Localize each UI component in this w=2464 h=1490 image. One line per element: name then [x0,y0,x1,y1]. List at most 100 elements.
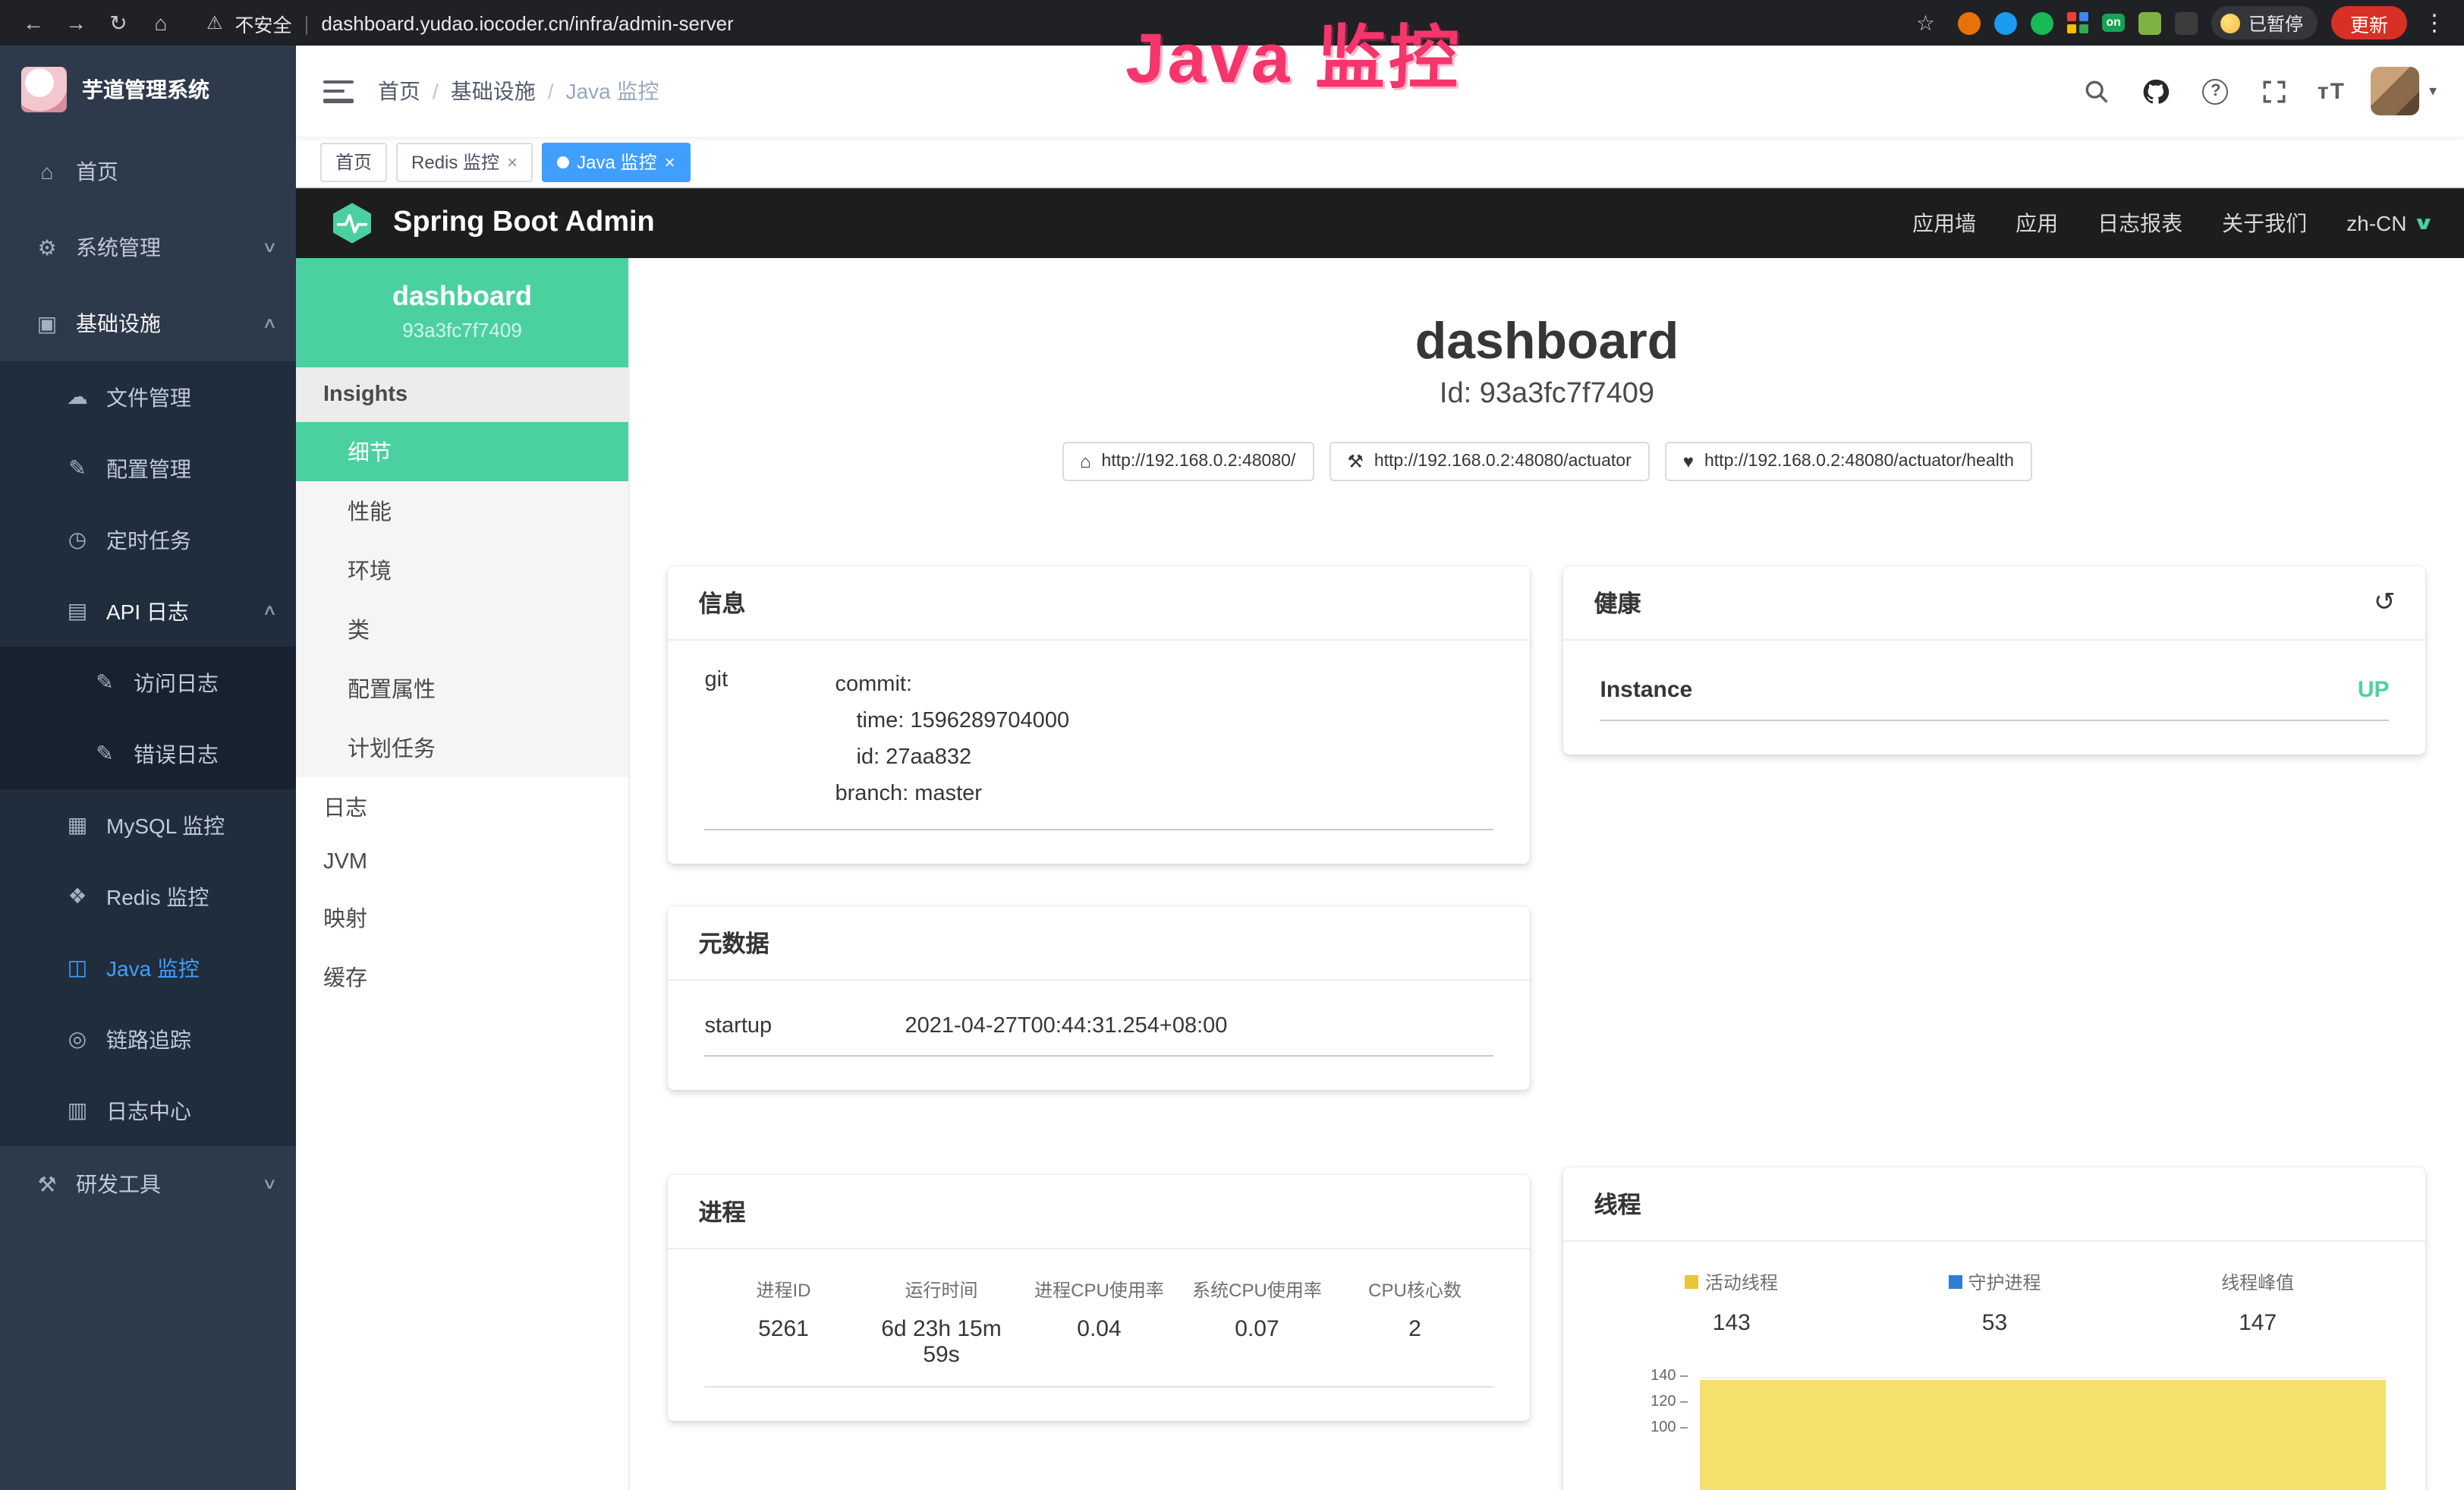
actuator-url-link[interactable]: ⚒ http://192.168.0.2:48080/actuator [1329,442,1649,481]
bookmark-star-icon[interactable]: ☆ [1907,6,1943,39]
extension-icon-green-circle[interactable] [2030,11,2053,34]
startup-row: startup 2021-04-27T00:44:31.254+08:00 [705,1014,1494,1057]
sidebar-item-file-management[interactable]: ☁ 文件管理 [0,361,296,433]
breadcrumb-home[interactable]: 首页 [378,76,420,106]
home-icon: ⌂ [1080,451,1091,472]
breadcrumb-infrastructure[interactable]: 基础设施 [451,76,536,106]
threads-chart: 140 120 100 [1600,1369,2390,1490]
health-url-link[interactable]: ♥ http://192.168.0.2:48080/actuator/heal… [1665,442,2032,481]
sba-instance-block[interactable]: dashboard 93a3fc7f7409 [296,258,628,367]
sba-section-insights: Insights [296,367,628,422]
avatar [2371,67,2420,115]
git-key: git [705,668,835,813]
tab-java-monitor[interactable]: Java 监控 × [542,142,690,181]
tab-home[interactable]: 首页 [320,142,387,181]
spring-boot-admin-logo [329,200,375,246]
infrastructure-icon: ▣ [30,310,64,336]
sidebar-item-java-monitor[interactable]: ◫ Java 监控 [0,932,296,1003]
profile-paused-badge[interactable]: 已暂停 [2212,6,2318,39]
sba-insights-group: 细节 性能 环境 类 配置属性 计划任务 [296,422,628,777]
sba-item-jvm[interactable]: JVM [296,836,628,888]
breadcrumb-separator: / [433,79,439,103]
search-icon[interactable] [2081,74,2114,108]
annotation-java-monitor: Java 监控 [1125,3,1464,103]
back-icon[interactable]: ← [15,6,52,39]
sba-item-performance[interactable]: 性能 [296,481,628,540]
sba-locale-select[interactable]: zh-CN ∨ [2346,211,2431,235]
sba-item-config-properties[interactable]: 配置属性 [296,659,628,718]
sba-nav-about[interactable]: 关于我们 [2222,208,2307,238]
tools-icon: ⚒ [30,1171,64,1197]
threads-card-title: 线程 [1594,1187,1641,1221]
sidebar-item-mysql-monitor[interactable]: ▦ MySQL 监控 [0,789,296,861]
user-menu[interactable]: ▾ [2371,67,2437,115]
extension-icon-blue-drop[interactable] [1994,11,2016,34]
extension-icon-on-badge[interactable]: on [2101,14,2126,32]
font-size-icon[interactable]: тT [2318,78,2346,104]
sidebar-item-log-center[interactable]: ▥ 日志中心 [0,1075,296,1146]
monitor-icon: ◫ [61,955,94,981]
sidebar-item-api-logs[interactable]: ▤ API 日志 ∧ [0,575,296,647]
sba-item-caches[interactable]: 缓存 [296,947,628,1006]
status-badge: UP [2358,677,2390,703]
instance-health-row[interactable]: Instance UP [1600,677,2390,721]
paused-label: 已暂停 [2248,10,2303,36]
url-text[interactable]: dashboard.yudao.iocoder.cn/infra/admin-s… [321,11,733,34]
extension-icon-grid[interactable] [2066,12,2088,33]
process-stat: 进程ID 5261 [705,1277,863,1368]
sba-brand-title[interactable]: Spring Boot Admin [393,206,655,240]
close-icon[interactable]: × [507,151,518,172]
sba-instance-name: dashboard [311,281,613,313]
sba-item-details[interactable]: 细节 [296,422,628,481]
sba-nav: 应用墙 应用 日志报表 关于我们 zh-CN ∨ [1912,208,2431,238]
security-label[interactable]: 不安全 [235,8,292,37]
sidebar-item-config-management[interactable]: ✎ 配置管理 [0,433,296,504]
sba-item-classes[interactable]: 类 [296,600,628,659]
info-card: 信息 git commit: time: 1596289704000 id: 2 [669,566,1531,863]
active-tab-dot [557,156,569,168]
fullscreen-icon[interactable] [2258,74,2292,108]
close-icon[interactable]: × [664,151,675,172]
edit-icon: ✎ [61,455,94,481]
sidebar-item-infrastructure[interactable]: ▣ 基础设施 ∧ [0,285,296,361]
sidebar-item-scheduled-tasks[interactable]: ◷ 定时任务 [0,504,296,575]
tab-redis-monitor[interactable]: Redis 监控 × [396,142,533,181]
sba-instance-id: 93a3fc7f7409 [311,319,613,342]
sba-item-environment[interactable]: 环境 [296,540,628,600]
forward-icon[interactable]: → [58,6,94,39]
browser-menu-icon[interactable]: ⋮ [2420,9,2449,36]
sidebar-item-system-management[interactable]: ⚙ 系统管理 ∨ [0,209,296,285]
browser-update-button[interactable]: 更新 [2332,6,2406,39]
github-icon[interactable] [2140,74,2173,108]
hamburger-icon[interactable] [323,80,354,102]
chart-plot-area [1701,1369,2387,1490]
reload-icon[interactable]: ↻ [100,6,137,39]
extension-icon-puzzle[interactable] [2176,11,2198,34]
sidebar-item-home[interactable]: ⌂ 首页 [0,134,296,209]
sba-item-scheduled-tasks[interactable]: 计划任务 [296,718,628,777]
service-url-link[interactable]: ⌂ http://192.168.0.2:48080/ [1062,442,1314,481]
process-stats: 进程ID 5261 运行时间 6d 23h 15m 59s [705,1277,1494,1388]
home-icon[interactable]: ⌂ [143,6,179,39]
sba-item-mappings[interactable]: 映射 [296,888,628,947]
address-bar[interactable]: ⚠ 不安全 | dashboard.yudao.iocoder.cn/infra… [206,8,1901,37]
sidebar-item-access-logs[interactable]: ✎ 访问日志 [0,647,296,718]
app-logo-bar[interactable]: 芋道管理系统 [0,46,296,134]
sidebar-item-dev-tools[interactable]: ⚒ 研发工具 ∨ [0,1146,296,1222]
sba-item-logs[interactable]: 日志 [296,777,628,836]
sidebar-item-trace[interactable]: ◎ 链路追踪 [0,1003,296,1075]
extension-icon-leaf[interactable] [2139,11,2162,34]
help-icon[interactable]: ? [2199,74,2233,108]
history-icon[interactable]: ↺ [2374,587,2396,618]
sba-nav-applications[interactable]: 应用 [2016,208,2058,238]
extension-icon-orange[interactable] [1957,11,1980,34]
threads-card: 线程 活动线程 143 守护进程 [1564,1167,2426,1490]
sidebar-item-redis-monitor[interactable]: ❖ Redis 监控 [0,861,296,932]
app-title: 芋道管理系统 [82,74,209,105]
metadata-card: 元数据 startup 2021-04-27T00:44:31.254+08:0… [669,906,1531,1090]
sba-sidebar: dashboard 93a3fc7f7409 Insights 细节 性能 环境… [296,258,630,1490]
sba-nav-wallboard[interactable]: 应用墙 [1912,208,1976,238]
sba-nav-journal[interactable]: 日志报表 [2097,208,2182,238]
metadata-card-title: 元数据 [699,926,769,959]
sidebar-item-error-logs[interactable]: ✎ 错误日志 [0,718,296,789]
